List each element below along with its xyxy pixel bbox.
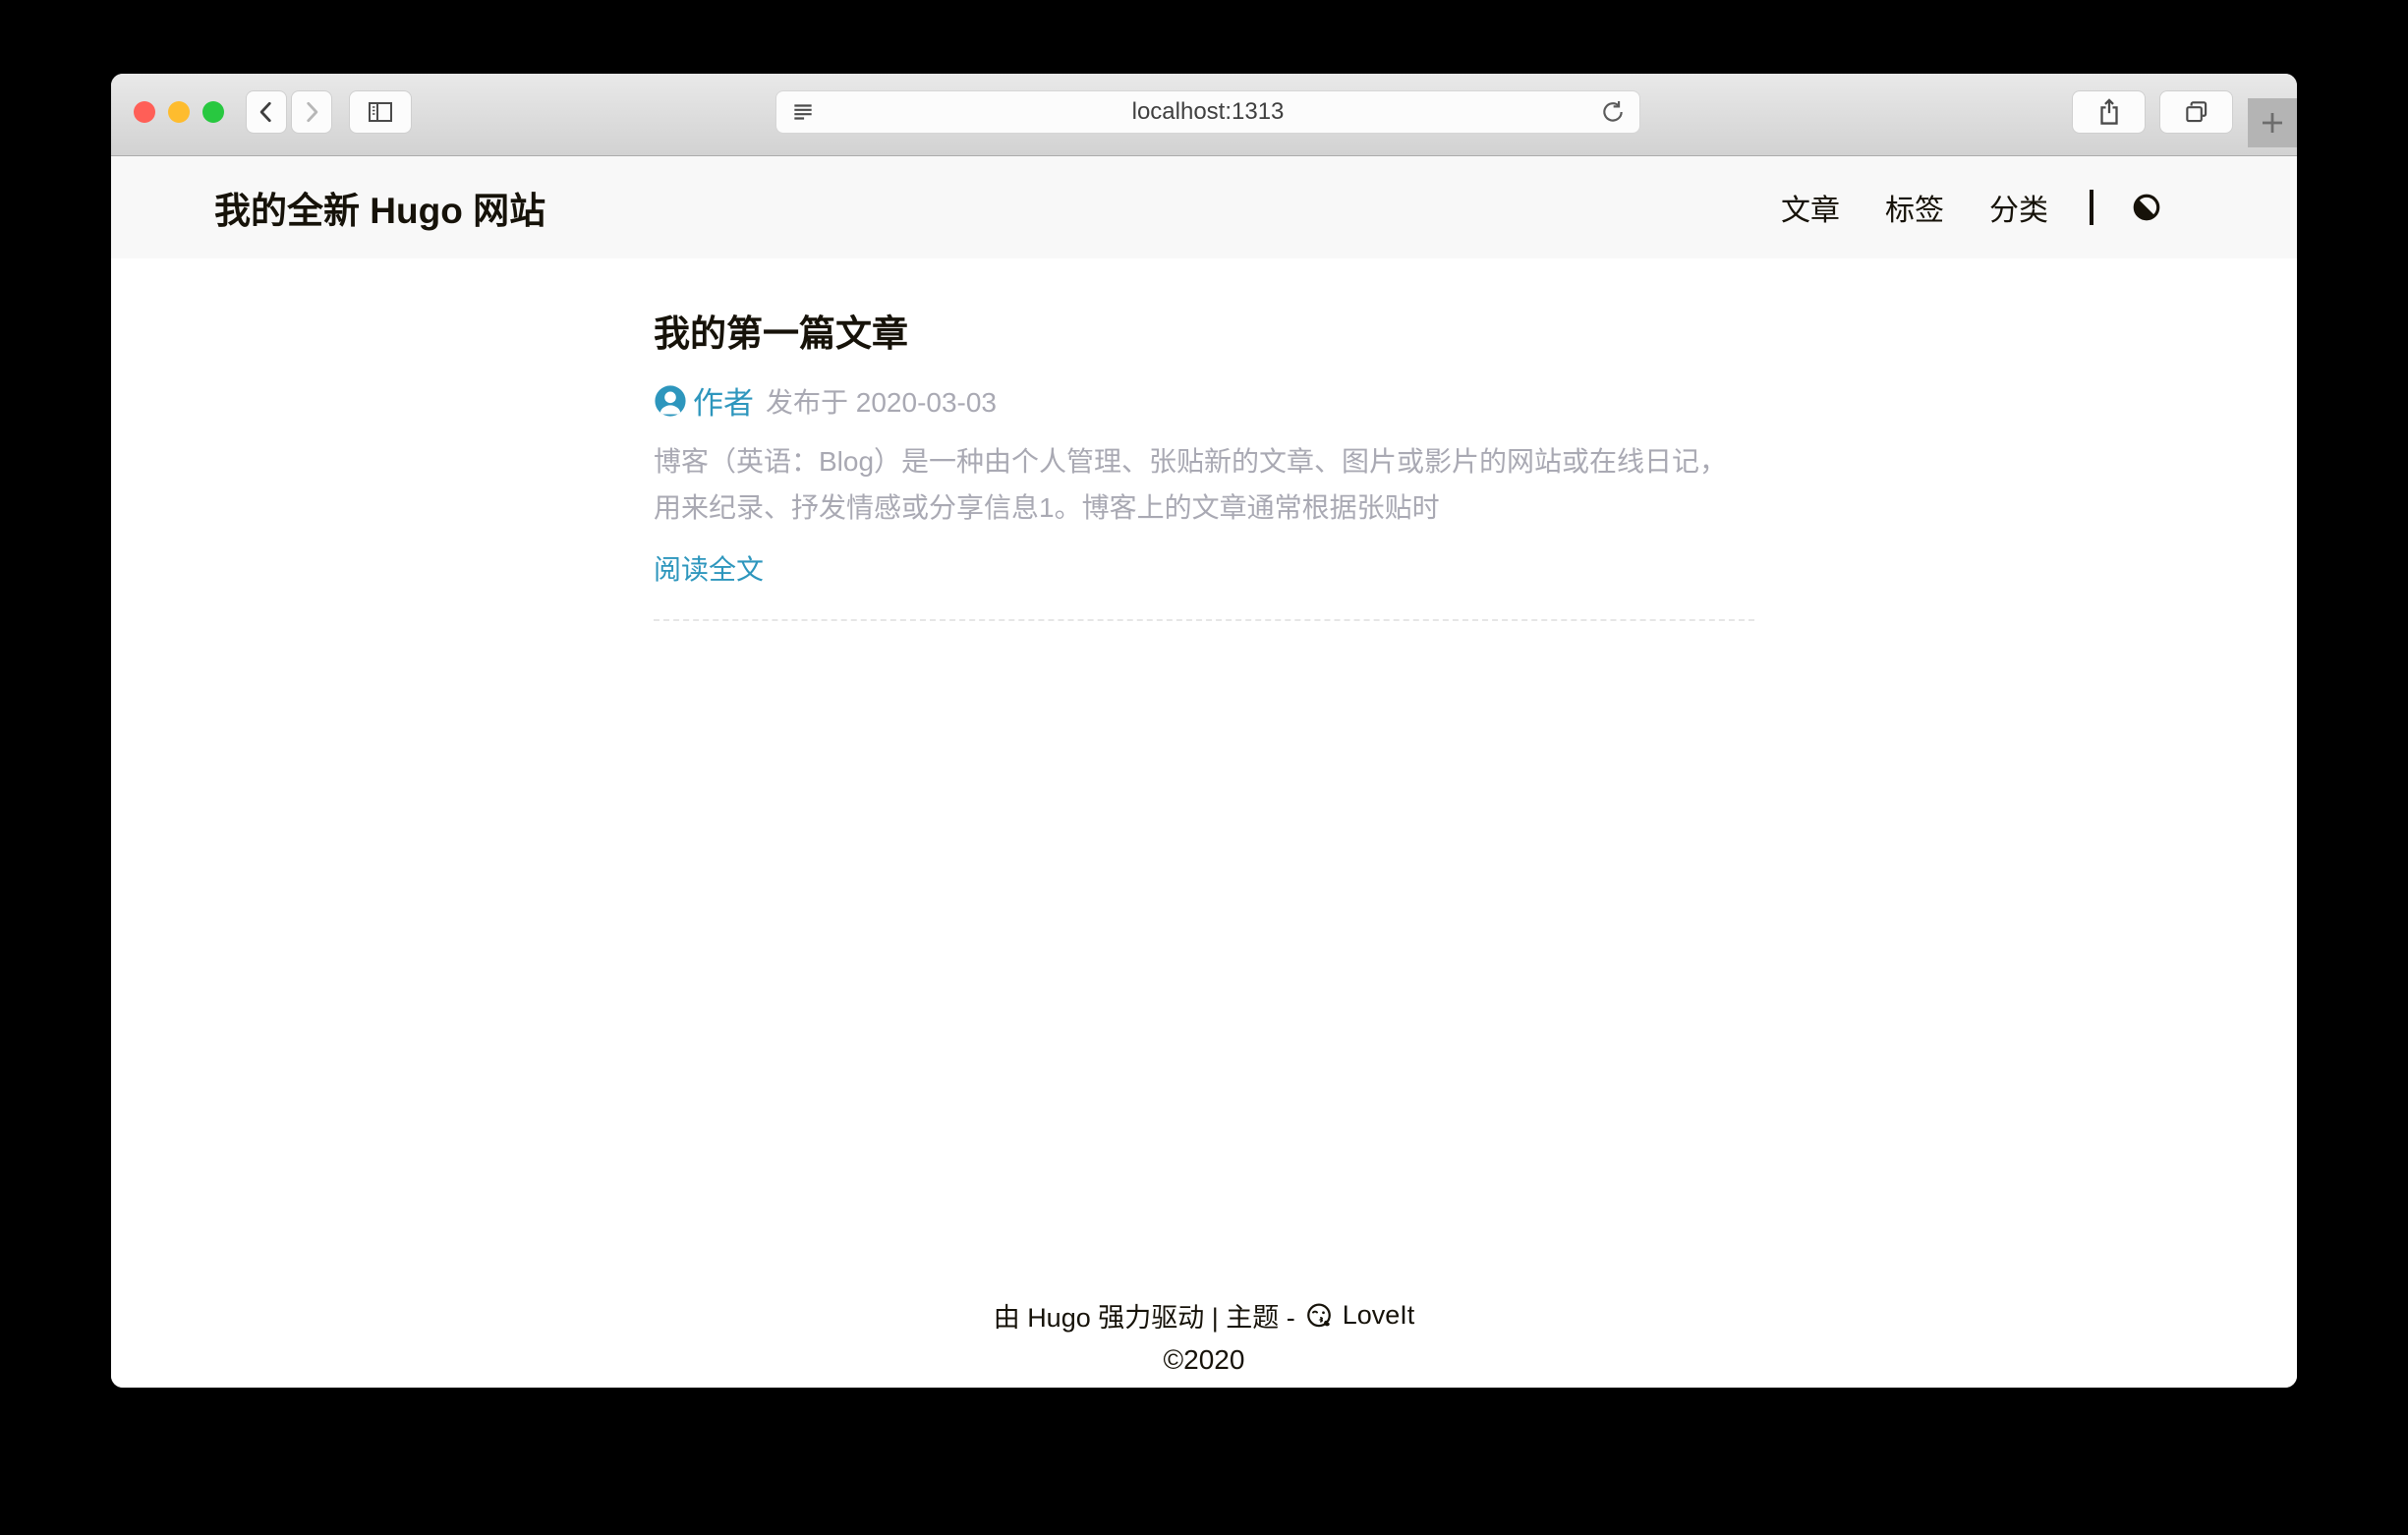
author-name[interactable]: 作者 [693,378,754,423]
adjust-icon [2131,192,2162,223]
url-text[interactable]: localhost:1313 [816,98,1600,126]
nav-item-posts[interactable]: 文章 [1781,186,1840,229]
chevron-left-icon [254,99,279,125]
kiss-wink-heart-icon [1304,1301,1334,1331]
post-title[interactable]: 我的第一篇文章 [654,304,1754,357]
share-icon [2095,97,2123,127]
reload-icon[interactable] [1600,99,1626,125]
nav-item-categories[interactable]: 分类 [1989,186,2048,229]
sidebar-icon [365,98,396,126]
minimize-window-button[interactable] [168,101,190,123]
reader-icon[interactable] [790,99,816,125]
tab-overview-button[interactable] [2159,90,2233,134]
close-window-button[interactable] [134,101,155,123]
share-button[interactable] [2072,90,2146,134]
footer-powered-line: 由 Hugo 强力驱动 | 主题 - LoveIt [111,1296,2297,1335]
footer-theme-link[interactable]: LoveIt [1343,1300,1415,1331]
new-tab-button[interactable] [2248,98,2297,147]
back-button[interactable] [246,90,287,134]
nav-separator [2090,190,2093,225]
maximize-window-button[interactable] [202,101,224,123]
address-bar[interactable]: localhost:1313 [775,90,1640,134]
author-link[interactable]: 作者 [654,378,754,423]
post-summary-text: 博客（英语：Blog）是一种由个人管理、张贴新的文章、图片或影片的网站或在线日记… [654,438,1754,531]
page-main: 我的第一篇文章 [111,258,2297,1388]
user-circle-icon [654,384,687,418]
post-meta: 作者 发布于 2020-03-03 [654,378,1754,423]
plus-icon [2258,108,2287,138]
site-footer: 由 Hugo 强力驱动 | 主题 - LoveIt ©2020 [111,1296,2297,1388]
sidebar-toggle-button[interactable] [349,90,412,134]
footer-copyright: ©2020 [111,1344,2297,1376]
browser-window: localhost:1313 [111,74,2297,1388]
site-nav: 文章 标签 分类 [1736,186,2162,229]
post-divider [654,619,1754,621]
nav-item-tags[interactable]: 标签 [1885,186,1944,229]
chevron-right-icon [299,99,324,125]
post-date: 发布于 2020-03-03 [766,381,997,421]
theme-toggle-button[interactable] [2131,192,2162,223]
site-title[interactable]: 我的全新 Hugo 网站 [214,181,545,234]
tabs-icon [2182,98,2211,126]
post-summary-card: 我的第一篇文章 [654,304,1754,621]
site-header: 我的全新 Hugo 网站 文章 标签 分类 [111,156,2297,258]
forward-button[interactable] [291,90,332,134]
footer-powered-text: 由 Hugo 强力驱动 | 主题 - [994,1296,1295,1335]
read-more-link[interactable]: 阅读全文 [654,548,764,588]
post-list: 我的第一篇文章 [654,304,1754,621]
browser-toolbar: localhost:1313 [111,74,2297,156]
